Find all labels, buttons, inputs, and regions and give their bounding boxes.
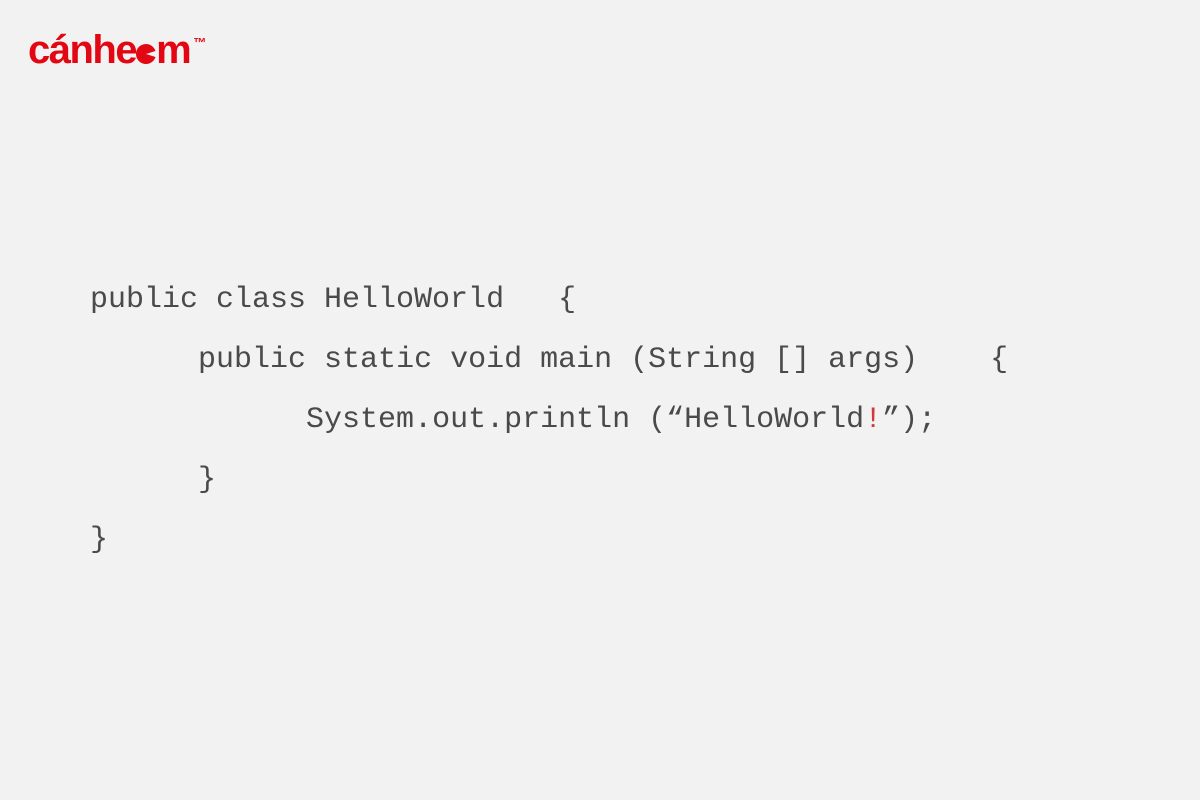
logo-text-part1: cánhe [28,28,136,73]
code-line-2: public static void main (String [] args)… [198,343,1008,377]
code-line-3-indent [90,403,306,437]
code-line-4-indent [90,463,198,497]
code-snippet: public class HelloWorld { public static … [90,270,1008,570]
code-line-3a: System.out.println (“HelloWorld [306,403,864,437]
logo-text-part2: m [156,28,190,73]
code-line-1: public class HelloWorld { [90,283,576,317]
code-line-2-indent [90,343,198,377]
brand-logo: cánhe m ™ [28,28,206,73]
logo-pacman-icon [134,42,158,66]
trademark-symbol: ™ [193,35,206,50]
code-line-3b: ”); [882,403,936,437]
code-exclaim: ! [864,403,882,437]
code-line-4: } [198,463,216,497]
code-line-5: } [90,523,108,557]
